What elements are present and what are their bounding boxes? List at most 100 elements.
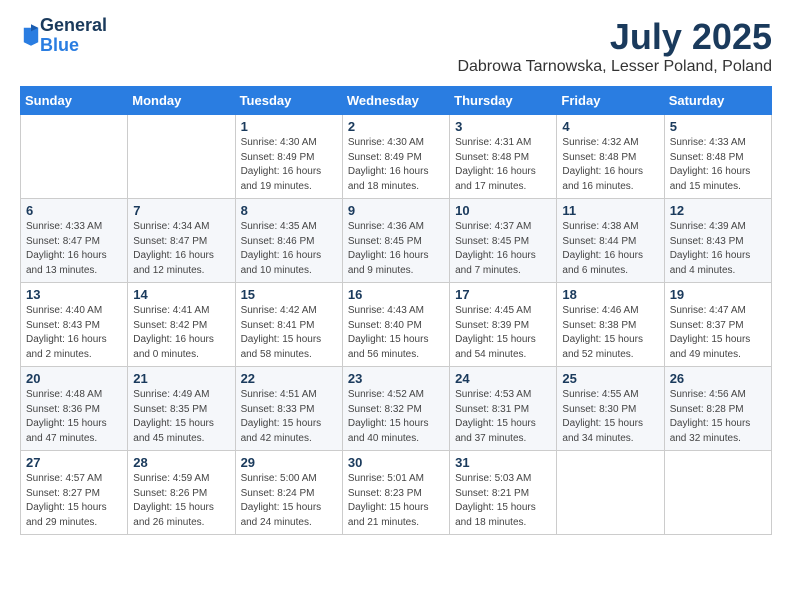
day-number: 12	[670, 203, 766, 218]
day-number: 29	[241, 455, 337, 470]
day-number: 6	[26, 203, 122, 218]
calendar-day-cell: 9Sunrise: 4:36 AM Sunset: 8:45 PM Daylig…	[342, 199, 449, 283]
day-number: 4	[562, 119, 658, 134]
day-number: 17	[455, 287, 551, 302]
logo-text: General Blue	[40, 16, 107, 56]
calendar-day-cell: 14Sunrise: 4:41 AM Sunset: 8:42 PM Dayli…	[128, 283, 235, 367]
day-number: 19	[670, 287, 766, 302]
calendar-week-row: 27 Sunrise: 4:57 AM Sunset: 8:27 PM Dayli…	[21, 451, 772, 535]
logo-blue: Blue	[40, 36, 107, 56]
day-detail: Sunrise: 4:46 AM Sunset: 8:38 PM Dayligh…	[562, 304, 658, 362]
calendar-day-cell: 28 Sunrise: 4:59 AM Sunset: 8:26 PM Dayli…	[128, 451, 235, 535]
day-of-week-header: Tuesday	[235, 87, 342, 115]
day-detail: Sunrise: 4:59 AM Sunset: 8:26 PM Dayligh…	[133, 472, 229, 530]
day-detail: Sunrise: 5:03 AM Sunset: 8:21 PM Dayligh…	[455, 472, 551, 530]
day-detail: Sunrise: 4:39 AM Sunset: 8:43 PM Dayligh…	[670, 220, 766, 278]
header: General Blue July 2025 Dabrowa Tarnowska…	[20, 16, 772, 76]
calendar-day-cell	[128, 115, 235, 199]
calendar-day-cell: 16 Sunrise: 4:43 AM Sunset: 8:40 PM Dayli…	[342, 283, 449, 367]
day-detail: Sunrise: 4:53 AM Sunset: 8:31 PM Dayligh…	[455, 388, 551, 446]
day-detail: Sunrise: 4:47 AM Sunset: 8:37 PM Dayligh…	[670, 304, 766, 362]
calendar-week-row: 1 Sunrise: 4:30 AM Sunset: 8:49 PM Daylig…	[21, 115, 772, 199]
day-number: 28	[133, 455, 229, 470]
day-detail: Sunrise: 4:31 AM Sunset: 8:48 PM Dayligh…	[455, 136, 551, 194]
calendar-day-cell: 6 Sunrise: 4:33 AM Sunset: 8:47 PM Daylig…	[21, 199, 128, 283]
day-detail: Sunrise: 4:51 AM Sunset: 8:33 PM Dayligh…	[241, 388, 337, 446]
calendar-day-cell: 10 Sunrise: 4:37 AM Sunset: 8:45 PM Dayli…	[450, 199, 557, 283]
day-detail: Sunrise: 4:38 AM Sunset: 8:44 PM Dayligh…	[562, 220, 658, 278]
day-number: 7	[133, 203, 229, 218]
calendar-day-cell: 26 Sunrise: 4:56 AM Sunset: 8:28 PM Dayli…	[664, 367, 771, 451]
day-detail: Sunrise: 4:30 AM Sunset: 8:49 PM Dayligh…	[241, 136, 337, 194]
day-detail: Sunrise: 4:45 AM Sunset: 8:39 PM Dayligh…	[455, 304, 551, 362]
day-number: 16	[348, 287, 444, 302]
day-number: 2	[348, 119, 444, 134]
calendar-day-cell: 27 Sunrise: 4:57 AM Sunset: 8:27 PM Dayli…	[21, 451, 128, 535]
day-detail: Sunrise: 4:30 AM Sunset: 8:49 PM Dayligh…	[348, 136, 444, 194]
day-number: 22	[241, 371, 337, 386]
day-number: 15	[241, 287, 337, 302]
calendar-week-row: 20Sunrise: 4:48 AM Sunset: 8:36 PM Dayli…	[21, 367, 772, 451]
logo-icon	[22, 24, 40, 46]
day-detail: Sunrise: 4:57 AM Sunset: 8:27 PM Dayligh…	[26, 472, 122, 530]
calendar-week-row: 13 Sunrise: 4:40 AM Sunset: 8:43 PM Dayli…	[21, 283, 772, 367]
day-number: 23	[348, 371, 444, 386]
day-detail: Sunrise: 4:33 AM Sunset: 8:47 PM Dayligh…	[26, 220, 122, 278]
calendar-day-cell: 17 Sunrise: 4:45 AM Sunset: 8:39 PM Dayli…	[450, 283, 557, 367]
day-number: 14	[133, 287, 229, 302]
day-detail: Sunrise: 5:00 AM Sunset: 8:24 PM Dayligh…	[241, 472, 337, 530]
calendar-day-cell: 11 Sunrise: 4:38 AM Sunset: 8:44 PM Dayli…	[557, 199, 664, 283]
calendar-day-cell: 2 Sunrise: 4:30 AM Sunset: 8:49 PM Daylig…	[342, 115, 449, 199]
day-number: 26	[670, 371, 766, 386]
calendar-day-cell: 29 Sunrise: 5:00 AM Sunset: 8:24 PM Dayli…	[235, 451, 342, 535]
day-number: 31	[455, 455, 551, 470]
day-detail: Sunrise: 4:32 AM Sunset: 8:48 PM Dayligh…	[562, 136, 658, 194]
day-detail: Sunrise: 4:40 AM Sunset: 8:43 PM Dayligh…	[26, 304, 122, 362]
page: General Blue July 2025 Dabrowa Tarnowska…	[0, 0, 792, 551]
day-of-week-header: Sunday	[21, 87, 128, 115]
logo-general: General	[40, 16, 107, 36]
calendar-day-cell: 20Sunrise: 4:48 AM Sunset: 8:36 PM Dayli…	[21, 367, 128, 451]
calendar-table: SundayMondayTuesdayWednesdayThursdayFrid…	[20, 86, 772, 535]
day-detail: Sunrise: 4:49 AM Sunset: 8:35 PM Dayligh…	[133, 388, 229, 446]
day-of-week-header: Thursday	[450, 87, 557, 115]
day-number: 24	[455, 371, 551, 386]
day-detail: Sunrise: 4:35 AM Sunset: 8:46 PM Dayligh…	[241, 220, 337, 278]
day-number: 27	[26, 455, 122, 470]
day-number: 1	[241, 119, 337, 134]
main-title: July 2025	[457, 16, 772, 58]
calendar-day-cell: 21 Sunrise: 4:49 AM Sunset: 8:35 PM Dayli…	[128, 367, 235, 451]
day-number: 5	[670, 119, 766, 134]
logo: General Blue	[20, 16, 107, 56]
calendar-day-cell: 18 Sunrise: 4:46 AM Sunset: 8:38 PM Dayli…	[557, 283, 664, 367]
day-of-week-header: Saturday	[664, 87, 771, 115]
calendar-day-cell: 23 Sunrise: 4:52 AM Sunset: 8:32 PM Dayli…	[342, 367, 449, 451]
day-detail: Sunrise: 4:43 AM Sunset: 8:40 PM Dayligh…	[348, 304, 444, 362]
day-number: 21	[133, 371, 229, 386]
day-detail: Sunrise: 5:01 AM Sunset: 8:23 PM Dayligh…	[348, 472, 444, 530]
day-number: 8	[241, 203, 337, 218]
calendar-body: 1 Sunrise: 4:30 AM Sunset: 8:49 PM Daylig…	[21, 115, 772, 535]
calendar-header: SundayMondayTuesdayWednesdayThursdayFrid…	[21, 87, 772, 115]
day-detail: Sunrise: 4:33 AM Sunset: 8:48 PM Dayligh…	[670, 136, 766, 194]
day-detail: Sunrise: 4:56 AM Sunset: 8:28 PM Dayligh…	[670, 388, 766, 446]
day-detail: Sunrise: 4:42 AM Sunset: 8:41 PM Dayligh…	[241, 304, 337, 362]
calendar-day-cell: 12 Sunrise: 4:39 AM Sunset: 8:43 PM Dayli…	[664, 199, 771, 283]
day-detail: Sunrise: 4:37 AM Sunset: 8:45 PM Dayligh…	[455, 220, 551, 278]
day-number: 18	[562, 287, 658, 302]
calendar-day-cell	[664, 451, 771, 535]
calendar-day-cell: 7Sunrise: 4:34 AM Sunset: 8:47 PM Daylig…	[128, 199, 235, 283]
subtitle: Dabrowa Tarnowska, Lesser Poland, Poland	[457, 58, 772, 76]
day-number: 9	[348, 203, 444, 218]
day-detail: Sunrise: 4:55 AM Sunset: 8:30 PM Dayligh…	[562, 388, 658, 446]
day-number: 30	[348, 455, 444, 470]
calendar-day-cell: 8 Sunrise: 4:35 AM Sunset: 8:46 PM Daylig…	[235, 199, 342, 283]
day-number: 11	[562, 203, 658, 218]
day-number: 20	[26, 371, 122, 386]
day-number: 10	[455, 203, 551, 218]
calendar-day-cell: 24 Sunrise: 4:53 AM Sunset: 8:31 PM Dayli…	[450, 367, 557, 451]
day-detail: Sunrise: 4:52 AM Sunset: 8:32 PM Dayligh…	[348, 388, 444, 446]
day-of-week-header: Friday	[557, 87, 664, 115]
day-number: 13	[26, 287, 122, 302]
calendar-day-cell	[557, 451, 664, 535]
